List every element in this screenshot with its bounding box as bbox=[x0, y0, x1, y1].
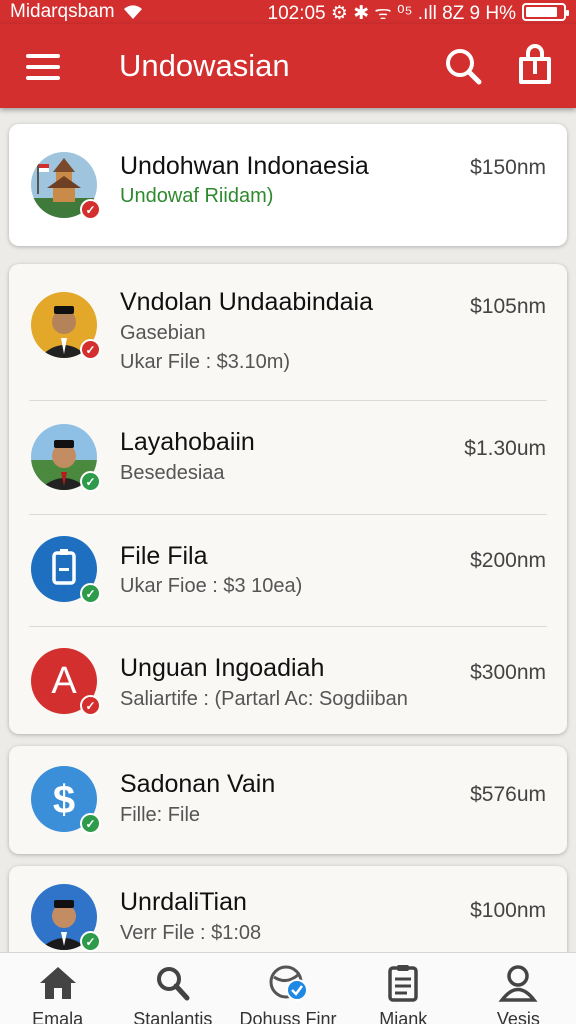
list-item[interactable]: ✓ Layahobaiin $1.30um Besedesiaa bbox=[9, 400, 567, 514]
status-indicators: 102:05 ⚙ ✱ ᯤ ⁰⁵ .ıll 8Z 9 H% bbox=[267, 3, 517, 24]
avatar: ✓ bbox=[31, 884, 101, 952]
nav-item-4[interactable]: Vesis bbox=[461, 953, 576, 1024]
verified-check-badge-icon: ✓ bbox=[80, 813, 101, 834]
nav-item-2[interactable]: Dohuss Finr bbox=[230, 953, 345, 1024]
list-item[interactable]: $ ✓ Sadonan Vain $576um Fille: File bbox=[9, 746, 567, 854]
item-subtitle: Fille: File bbox=[120, 804, 201, 826]
verified-check-badge-icon: ✓ bbox=[80, 931, 101, 952]
item-subtitle: Saliartife : (Partarl Ac: Ѕogdiiban bbox=[120, 688, 408, 710]
item-subtitle: Verr File : $1:08 bbox=[120, 922, 262, 944]
item-price: $105nm bbox=[470, 295, 546, 318]
status-bar: Midarqsbam 102:05 ⚙ ✱ ᯤ ⁰⁵ .ıll 8Z 9 H% bbox=[0, 0, 576, 24]
carrier-group: Midarqsbam bbox=[10, 1, 143, 23]
item-subtitle: Ukar File : $3.10m) bbox=[120, 351, 291, 373]
svg-text:A: A bbox=[51, 660, 77, 702]
item-subtitle: Undowaf Riidam) bbox=[120, 185, 274, 207]
avatar: ✓ bbox=[31, 152, 101, 220]
alert-check-badge-icon: ✓ bbox=[80, 339, 101, 360]
nav-label: Emala bbox=[32, 1009, 84, 1024]
menu-icon[interactable] bbox=[26, 54, 60, 80]
globe-check-icon bbox=[266, 963, 310, 1003]
verified-check-badge-icon: ✓ bbox=[80, 583, 101, 604]
clipboard-icon bbox=[381, 963, 425, 1003]
item-name: Sadonan Vain bbox=[120, 770, 276, 798]
bottom-nav: Emala Stanlantis Dohuss Finr Miank Vesis bbox=[0, 952, 576, 1024]
status-right: 102:05 ⚙ ✱ ᯤ ⁰⁵ .ıll 8Z 9 H% bbox=[267, 0, 569, 25]
list-item[interactable]: ✓ File Fila $200nm Ukar Fioe : $3 10ea) bbox=[9, 514, 567, 626]
carrier-name: Midarqsbam bbox=[10, 1, 115, 22]
nav-label: Vesis bbox=[496, 1009, 540, 1024]
app-bar: Undowasian bbox=[0, 24, 576, 108]
list-card: $ ✓ Sadonan Vain $576um Fille: File bbox=[9, 746, 567, 854]
item-price: $200nm bbox=[470, 549, 546, 572]
list-item[interactable]: ✓ Undohwan Indonaesia $150nm Undowaf Rii… bbox=[9, 124, 567, 246]
home-icon bbox=[36, 963, 80, 1003]
nav-item-1[interactable]: Stanlantis bbox=[115, 953, 230, 1024]
search-key-icon bbox=[151, 963, 195, 1003]
item-subtitle: Besedesiaa bbox=[120, 462, 225, 484]
battery-level bbox=[526, 7, 557, 17]
list-card: ✓ Vndolan Undaabindaia $105nm Gasebian Uk… bbox=[9, 264, 567, 734]
avatar: A ✓ bbox=[31, 648, 101, 716]
avatar: ✓ bbox=[31, 292, 101, 360]
list-card: ✓ Undohwan Indonaesia $150nm Undowaf Rii… bbox=[9, 124, 567, 246]
item-subtitle: Ukar Fioe : $3 10ea) bbox=[120, 575, 303, 597]
item-price: $300nm bbox=[470, 661, 546, 684]
bag-icon[interactable] bbox=[513, 44, 557, 88]
alert-check-badge-icon: ✓ bbox=[80, 199, 101, 220]
list-item[interactable]: A ✓ Unguan Ingoadiah $300nm Saliartife :… bbox=[9, 626, 567, 734]
avatar: ✓ bbox=[31, 536, 101, 604]
svg-text:$: $ bbox=[53, 778, 75, 822]
search-icon[interactable] bbox=[441, 44, 485, 88]
item-name: Vndolan Undaabindaia bbox=[120, 288, 373, 316]
nav-label: Stanlantis bbox=[133, 1009, 213, 1024]
avatar: ✓ bbox=[31, 424, 101, 492]
battery-icon bbox=[522, 3, 569, 21]
avatar: $ ✓ bbox=[31, 766, 101, 834]
item-name: Layahobaiin bbox=[120, 428, 255, 456]
page-title: Undowasian bbox=[119, 48, 290, 83]
nav-item-3[interactable]: Miank bbox=[346, 953, 461, 1024]
nav-item-0[interactable]: Emala bbox=[0, 953, 115, 1024]
nav-label: Dohuss Finr bbox=[239, 1009, 337, 1024]
item-name: Unguan Ingoadiah bbox=[120, 654, 325, 682]
item-price: $576um bbox=[470, 783, 546, 806]
item-name: UnrdaliTian bbox=[120, 888, 247, 916]
item-name: File Fila bbox=[120, 542, 208, 570]
nav-label: Miank bbox=[379, 1009, 428, 1024]
wifi-icon bbox=[123, 5, 142, 19]
alert-check-badge-icon: ✓ bbox=[80, 695, 101, 716]
verified-check-badge-icon: ✓ bbox=[80, 471, 101, 492]
list-item[interactable]: ✓ Vndolan Undaabindaia $105nm Gasebian Uk… bbox=[9, 264, 567, 400]
item-name: Undohwan Indonaesia bbox=[120, 152, 369, 180]
item-subtitle: Gasebian bbox=[120, 322, 206, 344]
item-price: $100nm bbox=[470, 899, 546, 922]
item-price: $150nm bbox=[470, 156, 546, 179]
item-price: $1.30um bbox=[464, 437, 546, 460]
profile-icon bbox=[496, 963, 540, 1003]
